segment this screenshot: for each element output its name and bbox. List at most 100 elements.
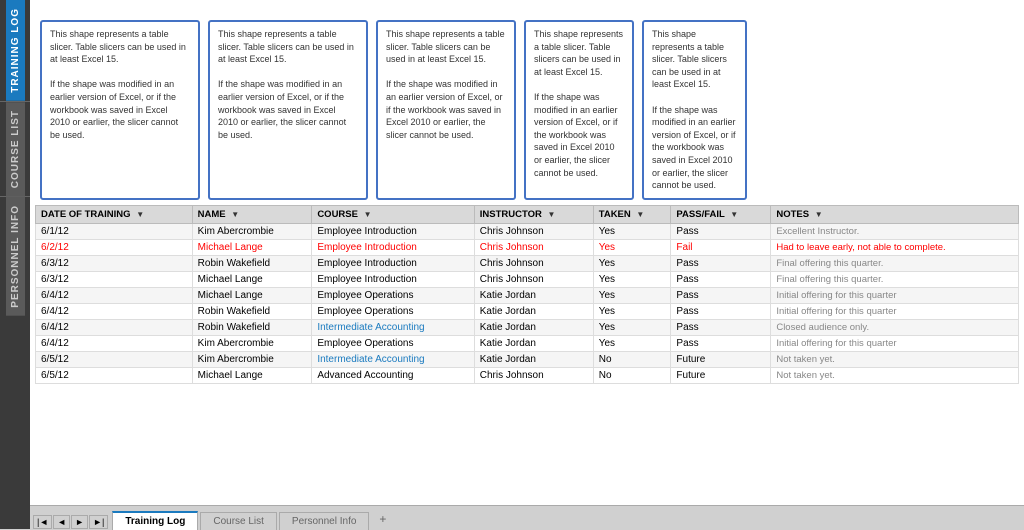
- slicer-1[interactable]: This shape represents a table slicer. Ta…: [40, 20, 200, 200]
- cell-2: Employee Operations: [312, 303, 474, 319]
- cell-2: Employee Introduction: [312, 223, 474, 239]
- sheet-tab-personnel-info[interactable]: Personnel Info: [279, 512, 370, 530]
- cell-4: Yes: [593, 223, 671, 239]
- slicer-4[interactable]: This shape represents a table slicer. Ta…: [524, 20, 634, 200]
- sidebar-tab-training-log[interactable]: TRAINING LOG: [6, 0, 25, 101]
- sidebar-tab-personnel-info[interactable]: PERSONNEL INFO: [6, 197, 25, 316]
- cell-5: Fail: [671, 239, 771, 255]
- cell-5: Pass: [671, 223, 771, 239]
- cell-5: Pass: [671, 303, 771, 319]
- filter-course-icon[interactable]: ▼: [364, 210, 372, 219]
- cell-3: Chris Johnson: [474, 223, 593, 239]
- table-row: 6/5/12Michael LangeAdvanced AccountingCh…: [36, 367, 1019, 383]
- filter-passfail-icon[interactable]: ▼: [730, 210, 738, 219]
- cell-1: Kim Abercrombie: [192, 335, 312, 351]
- table-row: 6/5/12Kim AbercrombieIntermediate Accoun…: [36, 351, 1019, 367]
- slicer-3[interactable]: This shape represents a table slicer. Ta…: [376, 20, 516, 200]
- cell-3: Katie Jordan: [474, 287, 593, 303]
- table-row: 6/4/12Robin WakefieldEmployee Operations…: [36, 303, 1019, 319]
- col-header-course[interactable]: COURSE ▼: [312, 205, 474, 223]
- filter-instructor-icon[interactable]: ▼: [547, 210, 555, 219]
- cell-5: Pass: [671, 319, 771, 335]
- cell-1: Robin Wakefield: [192, 303, 312, 319]
- cell-5: Future: [671, 367, 771, 383]
- table-row: 6/4/12Robin WakefieldIntermediate Accoun…: [36, 319, 1019, 335]
- tab-nav-first[interactable]: |◄: [33, 515, 52, 529]
- cell-4: No: [593, 367, 671, 383]
- filter-taken-icon[interactable]: ▼: [636, 210, 644, 219]
- col-header-notes[interactable]: NOTES ▼: [771, 205, 1019, 223]
- sidebar: TRAINING LOG COURSE LIST PERSONNEL INFO: [0, 0, 30, 529]
- cell-4: Yes: [593, 319, 671, 335]
- table-row: 6/4/12Kim AbercrombieEmployee Operations…: [36, 335, 1019, 351]
- cell-1: Michael Lange: [192, 367, 312, 383]
- cell-6: Initial offering for this quarter: [771, 335, 1019, 351]
- slicer-2[interactable]: This shape represents a table slicer. Ta…: [208, 20, 368, 200]
- app-wrapper: TRAINING LOG COURSE LIST PERSONNEL INFO …: [0, 0, 1024, 529]
- cell-4: Yes: [593, 335, 671, 351]
- table-row: 6/4/12Michael LangeEmployee OperationsKa…: [36, 287, 1019, 303]
- slicer-5[interactable]: This shape represents a table slicer. Ta…: [642, 20, 747, 200]
- cell-5: Pass: [671, 255, 771, 271]
- cell-2: Employee Operations: [312, 287, 474, 303]
- table-row: 6/1/12Kim AbercrombieEmployee Introducti…: [36, 223, 1019, 239]
- cell-0: 6/4/12: [36, 335, 193, 351]
- training-table: DATE OF TRAINING ▼ NAME ▼ COURSE ▼ INSTR…: [35, 205, 1019, 384]
- cell-0: 6/4/12: [36, 287, 193, 303]
- column-headers-row: DATE OF TRAINING ▼ NAME ▼ COURSE ▼ INSTR…: [36, 205, 1019, 223]
- cell-5: Pass: [671, 335, 771, 351]
- cell-3: Chris Johnson: [474, 255, 593, 271]
- cell-0: 6/4/12: [36, 319, 193, 335]
- cell-2: Employee Introduction: [312, 271, 474, 287]
- table-row: 6/3/12Michael LangeEmployee Introduction…: [36, 271, 1019, 287]
- add-sheet-button[interactable]: +: [371, 509, 394, 529]
- title-area: [30, 0, 1024, 15]
- cell-3: Katie Jordan: [474, 351, 593, 367]
- cell-6: Not taken yet.: [771, 367, 1019, 383]
- col-header-instructor[interactable]: INSTRUCTOR ▼: [474, 205, 593, 223]
- filter-notes-icon[interactable]: ▼: [815, 210, 823, 219]
- cell-3: Chris Johnson: [474, 239, 593, 255]
- filter-date-icon[interactable]: ▼: [136, 210, 144, 219]
- col-header-passfail[interactable]: PASS/FAIL ▼: [671, 205, 771, 223]
- cell-3: Chris Johnson: [474, 271, 593, 287]
- cell-4: Yes: [593, 287, 671, 303]
- cell-2: Intermediate Accounting: [312, 351, 474, 367]
- cell-0: 6/3/12: [36, 271, 193, 287]
- cell-4: Yes: [593, 303, 671, 319]
- cell-0: 6/2/12: [36, 239, 193, 255]
- cell-5: Pass: [671, 271, 771, 287]
- cell-0: 6/4/12: [36, 303, 193, 319]
- cell-6: Final offering this quarter.: [771, 255, 1019, 271]
- bottom-tabs: |◄ ◄ ► ►| Training Log Course List Perso…: [30, 505, 1024, 529]
- filter-name-icon[interactable]: ▼: [231, 210, 239, 219]
- tab-nav-next[interactable]: ►: [71, 515, 88, 529]
- cell-0: 6/1/12: [36, 223, 193, 239]
- cell-6: Initial offering for this quarter: [771, 287, 1019, 303]
- cell-1: Kim Abercrombie: [192, 223, 312, 239]
- cell-1: Michael Lange: [192, 287, 312, 303]
- cell-6: Excellent Instructor.: [771, 223, 1019, 239]
- sheet-tab-training-log[interactable]: Training Log: [112, 511, 198, 530]
- cell-5: Future: [671, 351, 771, 367]
- cell-2: Employee Operations: [312, 335, 474, 351]
- cell-1: Michael Lange: [192, 239, 312, 255]
- cell-2: Intermediate Accounting: [312, 319, 474, 335]
- tab-nav-last[interactable]: ►|: [89, 515, 108, 529]
- main-content: This shape represents a table slicer. Ta…: [30, 0, 1024, 529]
- cell-4: Yes: [593, 239, 671, 255]
- col-header-date[interactable]: DATE OF TRAINING ▼: [36, 205, 193, 223]
- cell-4: No: [593, 351, 671, 367]
- sheet-tab-course-list[interactable]: Course List: [200, 512, 277, 530]
- cell-1: Kim Abercrombie: [192, 351, 312, 367]
- cell-3: Katie Jordan: [474, 335, 593, 351]
- col-header-name[interactable]: NAME ▼: [192, 205, 312, 223]
- cell-0: 6/5/12: [36, 367, 193, 383]
- sidebar-tab-course-list[interactable]: COURSE LIST: [6, 102, 25, 196]
- cell-2: Advanced Accounting: [312, 367, 474, 383]
- tab-nav-prev[interactable]: ◄: [53, 515, 70, 529]
- cell-1: Robin Wakefield: [192, 319, 312, 335]
- col-header-taken[interactable]: TAKEN ▼: [593, 205, 671, 223]
- cell-0: 6/3/12: [36, 255, 193, 271]
- cell-0: 6/5/12: [36, 351, 193, 367]
